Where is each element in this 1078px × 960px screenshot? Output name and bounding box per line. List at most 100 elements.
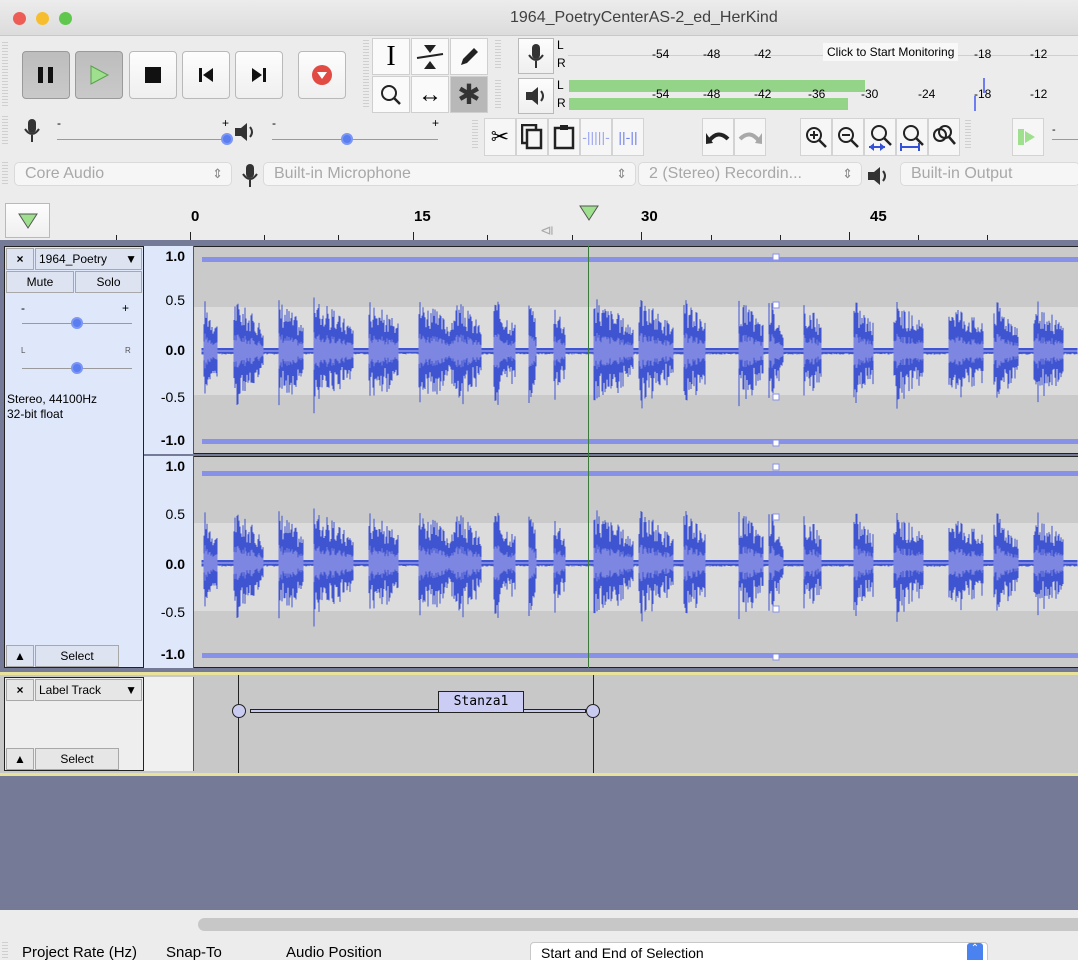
loop-start-marker-icon: ⧏: [540, 222, 554, 238]
paste-button[interactable]: [548, 118, 580, 156]
label-start-handle[interactable]: [232, 704, 246, 718]
record-icon: [312, 65, 332, 85]
mixer-grip[interactable]: [2, 116, 8, 146]
horizontal-scrollbar[interactable]: [0, 910, 1078, 940]
playback-meter-tick: -24: [918, 87, 936, 101]
envelope-handle[interactable]: [772, 605, 780, 613]
envelope-handle[interactable]: [772, 393, 780, 401]
transport-grip[interactable]: [2, 42, 8, 106]
skip-to-start-icon: [199, 68, 213, 82]
playback-meter-tick: -18: [974, 87, 992, 101]
timeline-options-button[interactable]: [5, 203, 50, 238]
record-button[interactable]: [298, 51, 346, 99]
playback-volume-knob[interactable]: [340, 133, 353, 145]
collapse-label-track-button[interactable]: ▲: [6, 748, 34, 770]
multi-tool[interactable]: ✱: [450, 76, 488, 113]
envelope-handle[interactable]: [772, 301, 780, 309]
scale-label: -1.0: [160, 432, 185, 448]
playback-meter[interactable]: -54 -48 -42 -36 -30 -24 -18 -12: [568, 76, 1078, 116]
edit-grip[interactable]: [472, 120, 478, 150]
window-title: 1964_PoetryCenterAS-2_ed_HerKind: [510, 9, 778, 26]
input-device-select[interactable]: Built-in Microphone ⇕: [263, 162, 636, 186]
label-track-menu-button[interactable]: Label Track ▼: [35, 679, 142, 701]
scale-label: -1.0: [160, 646, 185, 662]
redo-button[interactable]: [734, 118, 766, 156]
playback-volume-slider[interactable]: [272, 139, 438, 140]
pan-slider-knob[interactable]: [71, 362, 83, 374]
close-window-button[interactable]: [13, 12, 26, 25]
minimize-window-button[interactable]: [36, 12, 49, 25]
track-menu-button[interactable]: 1964_Poetry ▼: [35, 248, 142, 270]
timeline-pin-icon: [17, 213, 38, 229]
start-monitoring-prompt[interactable]: Click to Start Monitoring: [823, 43, 959, 61]
zoom-window-button[interactable]: [59, 12, 72, 25]
multi-tool-icon: ✱: [457, 79, 481, 110]
play-at-speed-button[interactable]: [1012, 118, 1044, 156]
waveform-right-channel[interactable]: [194, 456, 1078, 668]
recording-volume-knob[interactable]: [221, 133, 233, 145]
horizontal-scroll-thumb[interactable]: [198, 918, 1078, 931]
collapse-track-button[interactable]: ▲: [6, 645, 34, 667]
snap-to-label: Snap-To: [166, 944, 222, 960]
select-track-button[interactable]: Select: [35, 645, 119, 667]
waveform-left-channel[interactable]: [194, 246, 1078, 454]
selection-tool[interactable]: I: [372, 38, 410, 75]
skip-to-end-button[interactable]: [235, 51, 283, 99]
label-track[interactable]: × Label Track ▼ ▲ Select Stanza1: [0, 672, 1078, 776]
envelope-handle[interactable]: [772, 653, 780, 661]
skip-to-start-button[interactable]: [182, 51, 230, 99]
undo-button[interactable]: [702, 118, 734, 156]
fit-project-button[interactable]: [896, 118, 928, 156]
envelope-handle[interactable]: [772, 513, 780, 521]
solo-button[interactable]: Solo: [75, 271, 142, 293]
time-shift-tool[interactable]: ↔: [411, 76, 449, 113]
paste-icon: [553, 125, 575, 150]
stop-button[interactable]: [129, 51, 177, 99]
undo-icon: [706, 132, 730, 144]
vertical-ruler-left-channel: 1.0 0.5 0.0 -0.5 -1.0: [144, 246, 194, 454]
play-at-speed-grip[interactable]: [965, 120, 971, 150]
record-meter-button[interactable]: [518, 38, 554, 74]
zoom-out-button[interactable]: [832, 118, 864, 156]
close-label-track-button[interactable]: ×: [6, 679, 34, 701]
tools-grip[interactable]: [363, 40, 369, 108]
envelope-tool[interactable]: [411, 38, 449, 75]
record-meter[interactable]: -54 -48 -42 Click to Start Monitoring -1…: [568, 36, 1078, 76]
playback-meter-tick: -30: [861, 87, 879, 101]
playback-meter-button[interactable]: [518, 78, 554, 114]
envelope-handle[interactable]: [772, 463, 780, 471]
zoom-in-button[interactable]: [800, 118, 832, 156]
playback-meter-grip[interactable]: [495, 80, 501, 110]
timeline-ruler[interactable]: 0 15 30 45 ⧏: [0, 200, 1078, 240]
copy-button[interactable]: [516, 118, 548, 156]
close-track-button[interactable]: ×: [6, 248, 34, 270]
play-speed-slider[interactable]: [1052, 139, 1078, 140]
fit-selection-button[interactable]: [864, 118, 896, 156]
zoom-toggle-button[interactable]: [928, 118, 960, 156]
record-meter-grip[interactable]: [495, 40, 501, 70]
output-device-select[interactable]: Built-in Output: [900, 162, 1078, 186]
audio-host-select[interactable]: Core Audio ⇕: [14, 162, 232, 186]
zoom-tool[interactable]: [372, 76, 410, 113]
label-text-box[interactable]: Stanza1: [438, 691, 524, 713]
select-label-track-button[interactable]: Select: [35, 748, 119, 770]
cut-button[interactable]: ✂: [484, 118, 516, 156]
gain-slider-knob[interactable]: [71, 317, 83, 329]
draw-tool[interactable]: [450, 38, 488, 75]
device-grip[interactable]: [2, 162, 8, 184]
label-end-handle[interactable]: [586, 704, 600, 718]
selection-mode-select[interactable]: Start and End of Selection ⌃: [530, 942, 988, 960]
input-channels-select[interactable]: 2 (Stereo) Recordin... ⇕: [638, 162, 862, 186]
mute-button[interactable]: Mute: [6, 271, 74, 293]
recording-volume-slider[interactable]: [57, 139, 227, 140]
silence-button[interactable]: ||-||: [612, 118, 644, 156]
pause-button[interactable]: [22, 51, 70, 99]
label-end-line: [593, 675, 594, 773]
title-bar: 1964_PoetryCenterAS-2_ed_HerKind: [0, 0, 1078, 36]
play-button[interactable]: [75, 51, 123, 99]
envelope-handle[interactable]: [772, 253, 780, 261]
envelope-handle[interactable]: [772, 439, 780, 447]
trim-button[interactable]: -|||||-: [580, 118, 612, 156]
playhead-icon[interactable]: [578, 204, 600, 222]
playback-meter-channel-r: R: [557, 96, 566, 110]
